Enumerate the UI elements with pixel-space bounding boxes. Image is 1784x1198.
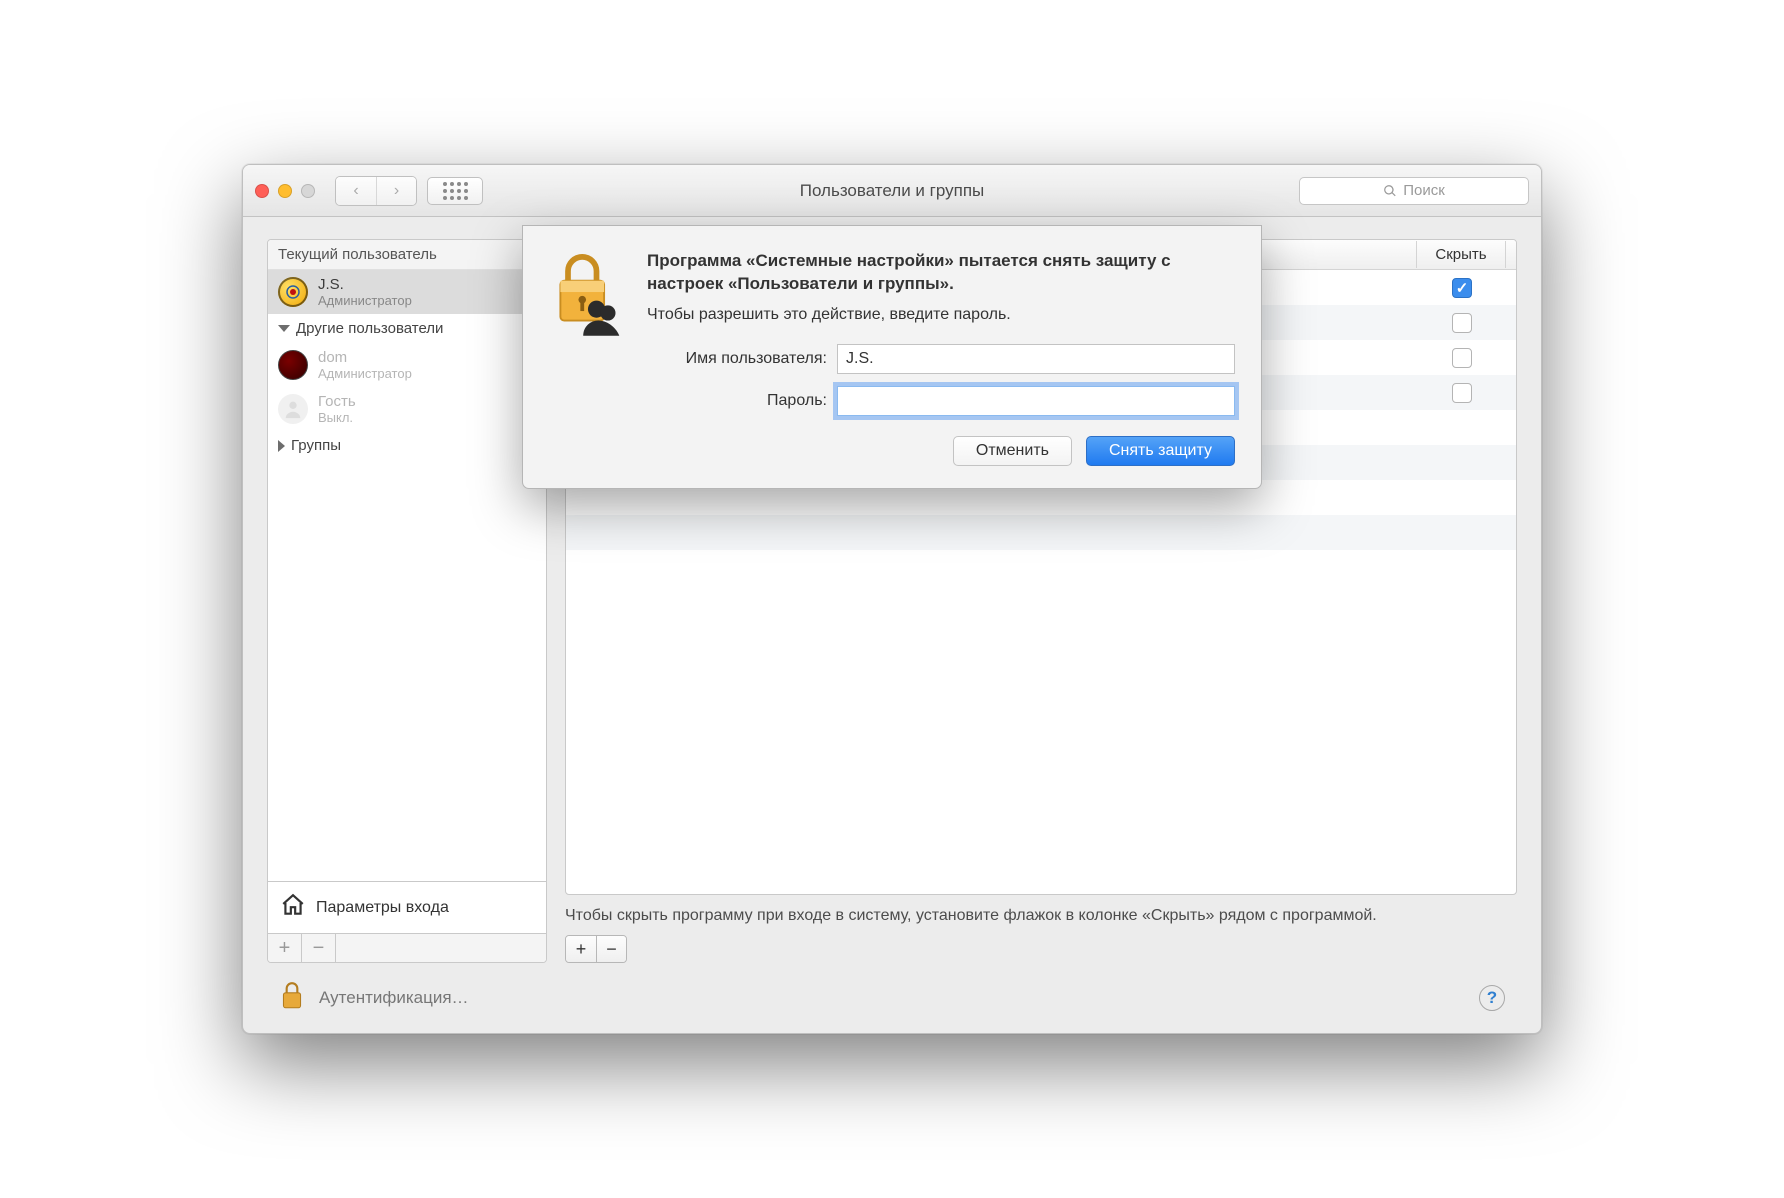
lock-people-icon <box>549 250 625 428</box>
add-user-button[interactable]: + <box>268 934 302 962</box>
search-field[interactable]: Поиск <box>1299 177 1529 205</box>
minimize-window-button[interactable] <box>278 184 292 198</box>
chevron-right-icon <box>278 440 285 452</box>
user-name: Гость <box>318 393 356 410</box>
user-role: Администратор <box>318 293 412 308</box>
sidebar-user-guest[interactable]: Гость Выкл. <box>268 387 546 431</box>
footer: Аутентификация… ? <box>267 963 1517 1033</box>
dialog-subtitle: Чтобы разрешить это действие, введите па… <box>647 306 1235 324</box>
preferences-window: ‹ › Пользователи и группы Поиск <box>242 164 1542 1034</box>
table-row <box>566 515 1516 550</box>
user-name: J.S. <box>318 276 412 293</box>
avatar-icon <box>278 350 308 380</box>
avatar-icon <box>278 394 308 424</box>
hide-checkbox[interactable] <box>1452 348 1472 368</box>
user-name: dom <box>318 349 412 366</box>
sidebar-header-current: Текущий пользователь <box>268 240 546 270</box>
remove-item-button[interactable]: − <box>596 936 626 962</box>
sidebar-user-current[interactable]: J.S. Администратор <box>268 270 546 314</box>
auth-status: Аутентификация… <box>319 988 469 1008</box>
add-item-button[interactable]: + <box>566 936 596 962</box>
hint-text: Чтобы скрыть программу при входе в систе… <box>565 905 1517 927</box>
close-window-button[interactable] <box>255 184 269 198</box>
avatar-icon <box>278 277 308 307</box>
password-label: Пароль: <box>647 392 827 410</box>
auth-dialog: Программа «Системные настройки» пытается… <box>522 225 1262 489</box>
cancel-button[interactable]: Отменить <box>953 436 1072 466</box>
sidebar-add-remove: + − <box>268 933 546 962</box>
titlebar: ‹ › Пользователи и группы Поиск <box>243 165 1541 217</box>
show-all-button[interactable] <box>427 177 483 205</box>
login-item-add-remove: + − <box>565 935 627 963</box>
search-placeholder: Поиск <box>1403 182 1445 199</box>
nav-back-forward: ‹ › <box>335 176 417 206</box>
chevron-down-icon <box>278 325 290 332</box>
username-input[interactable] <box>837 344 1235 374</box>
hide-checkbox[interactable] <box>1452 313 1472 333</box>
sidebar-user-dom[interactable]: dom Администратор <box>268 343 546 387</box>
nav-back-button[interactable]: ‹ <box>336 177 376 205</box>
unlock-button[interactable]: Снять защиту <box>1086 436 1235 466</box>
remove-user-button[interactable]: − <box>302 934 336 962</box>
grid-icon <box>443 182 468 200</box>
hide-checkbox[interactable] <box>1452 278 1472 298</box>
user-role: Администратор <box>318 366 412 381</box>
zoom-window-button[interactable] <box>301 184 315 198</box>
help-button[interactable]: ? <box>1479 985 1505 1011</box>
lock-icon[interactable] <box>279 980 305 1017</box>
sidebar-header-others[interactable]: Другие пользователи <box>268 314 546 343</box>
username-label: Имя пользователя: <box>647 350 827 368</box>
sidebar-header-groups[interactable]: Группы <box>268 431 546 460</box>
traffic-lights <box>255 184 315 198</box>
users-sidebar: Текущий пользователь J.S. Администратор <box>267 239 547 963</box>
search-icon <box>1383 184 1397 198</box>
nav-forward-button[interactable]: › <box>376 177 416 205</box>
login-options[interactable]: Параметры входа <box>268 881 546 933</box>
dialog-title: Программа «Системные настройки» пытается… <box>647 250 1235 296</box>
user-role: Выкл. <box>318 410 356 425</box>
home-icon <box>280 892 306 923</box>
hide-checkbox[interactable] <box>1452 383 1472 403</box>
password-input[interactable] <box>837 386 1235 416</box>
column-hide[interactable]: Скрыть <box>1416 241 1506 268</box>
